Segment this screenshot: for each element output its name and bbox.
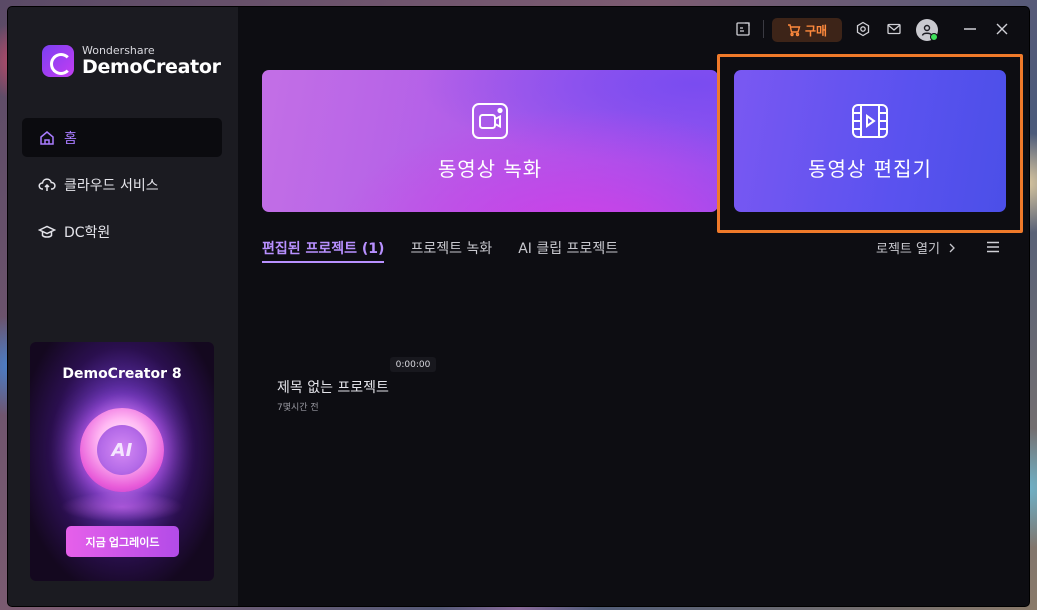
chevron-right-icon — [949, 243, 955, 252]
upgrade-now-button[interactable]: 지금 업그레이드 — [66, 526, 179, 557]
graduation-cap-icon — [37, 223, 57, 241]
video-editor-card[interactable]: 동영상 편집기 — [734, 70, 1006, 212]
sidebar-item-cloud-service[interactable]: 클라우드 서비스 — [22, 165, 222, 204]
cart-icon — [787, 24, 801, 37]
open-project-link[interactable]: 로젝트 열기 — [876, 238, 958, 257]
close-icon[interactable] — [994, 21, 1010, 37]
project-tabs: 편집된 프로젝트 (1) 프로젝트 녹화 AI 클립 프로젝트 — [262, 238, 644, 263]
ai-orb-graphic: AI — [80, 408, 164, 492]
film-play-icon — [850, 101, 890, 141]
app-logo: Wondershare DemoCreator — [42, 45, 221, 77]
sidebar: Wondershare DemoCreator 홈 클라우드 서비스 DC학원 … — [8, 7, 238, 606]
project-title: 제목 없는 프로젝트 — [277, 380, 389, 396]
democreator-logo-icon — [42, 45, 74, 77]
settings-hex-icon[interactable] — [855, 21, 871, 37]
video-editor-label: 동영상 편집기 — [808, 156, 932, 181]
upgrade-promo-banner[interactable]: DemoCreator 8 AI 지금 업그레이드 — [30, 342, 214, 581]
promo-title: DemoCreator 8 — [62, 366, 182, 382]
buy-button[interactable]: 구매 — [772, 18, 842, 42]
product-name: DemoCreator — [82, 56, 221, 78]
video-record-label: 동영상 녹화 — [437, 156, 543, 181]
sidebar-item-home[interactable]: 홈 — [22, 118, 222, 157]
home-icon — [38, 129, 56, 147]
minimize-icon[interactable] — [962, 21, 978, 37]
sidebar-nav: 홈 클라우드 서비스 DC학원 — [22, 118, 222, 259]
toolbar-divider — [763, 20, 764, 38]
project-duration: 0:00:00 — [390, 357, 436, 372]
tab-recorded-projects[interactable]: 프로젝트 녹화 — [410, 238, 492, 263]
app-window: Wondershare DemoCreator 홈 클라우드 서비스 DC학원 … — [8, 7, 1029, 606]
sidebar-item-label: DC학원 — [64, 224, 111, 241]
hamburger-menu-icon[interactable] — [985, 239, 1001, 255]
ai-orb-label: AI — [97, 425, 147, 475]
project-modified-time: 7몇시간 전 — [277, 403, 319, 413]
tab-edited-projects[interactable]: 편집된 프로젝트 (1) — [262, 238, 385, 263]
orb-reflection — [60, 492, 184, 522]
online-status-dot — [930, 33, 938, 41]
open-project-label: 로젝트 열기 — [876, 242, 940, 257]
cloud-upload-icon — [38, 176, 56, 194]
tab-ai-clip-projects[interactable]: AI 클립 프로젝트 — [518, 238, 618, 263]
camera-icon — [470, 101, 510, 141]
sidebar-item-dc-academy[interactable]: DC학원 — [22, 212, 222, 251]
sidebar-item-label: 홈 — [64, 130, 77, 147]
sidebar-item-label: 클라우드 서비스 — [64, 177, 159, 194]
video-record-card[interactable]: 동영상 녹화 — [262, 70, 718, 212]
logo-text: Wondershare DemoCreator — [82, 45, 221, 78]
feedback-icon[interactable] — [735, 21, 751, 37]
buy-label: 구매 — [804, 23, 828, 38]
title-bar: 구매 — [238, 7, 1029, 55]
mail-icon[interactable] — [886, 21, 902, 37]
